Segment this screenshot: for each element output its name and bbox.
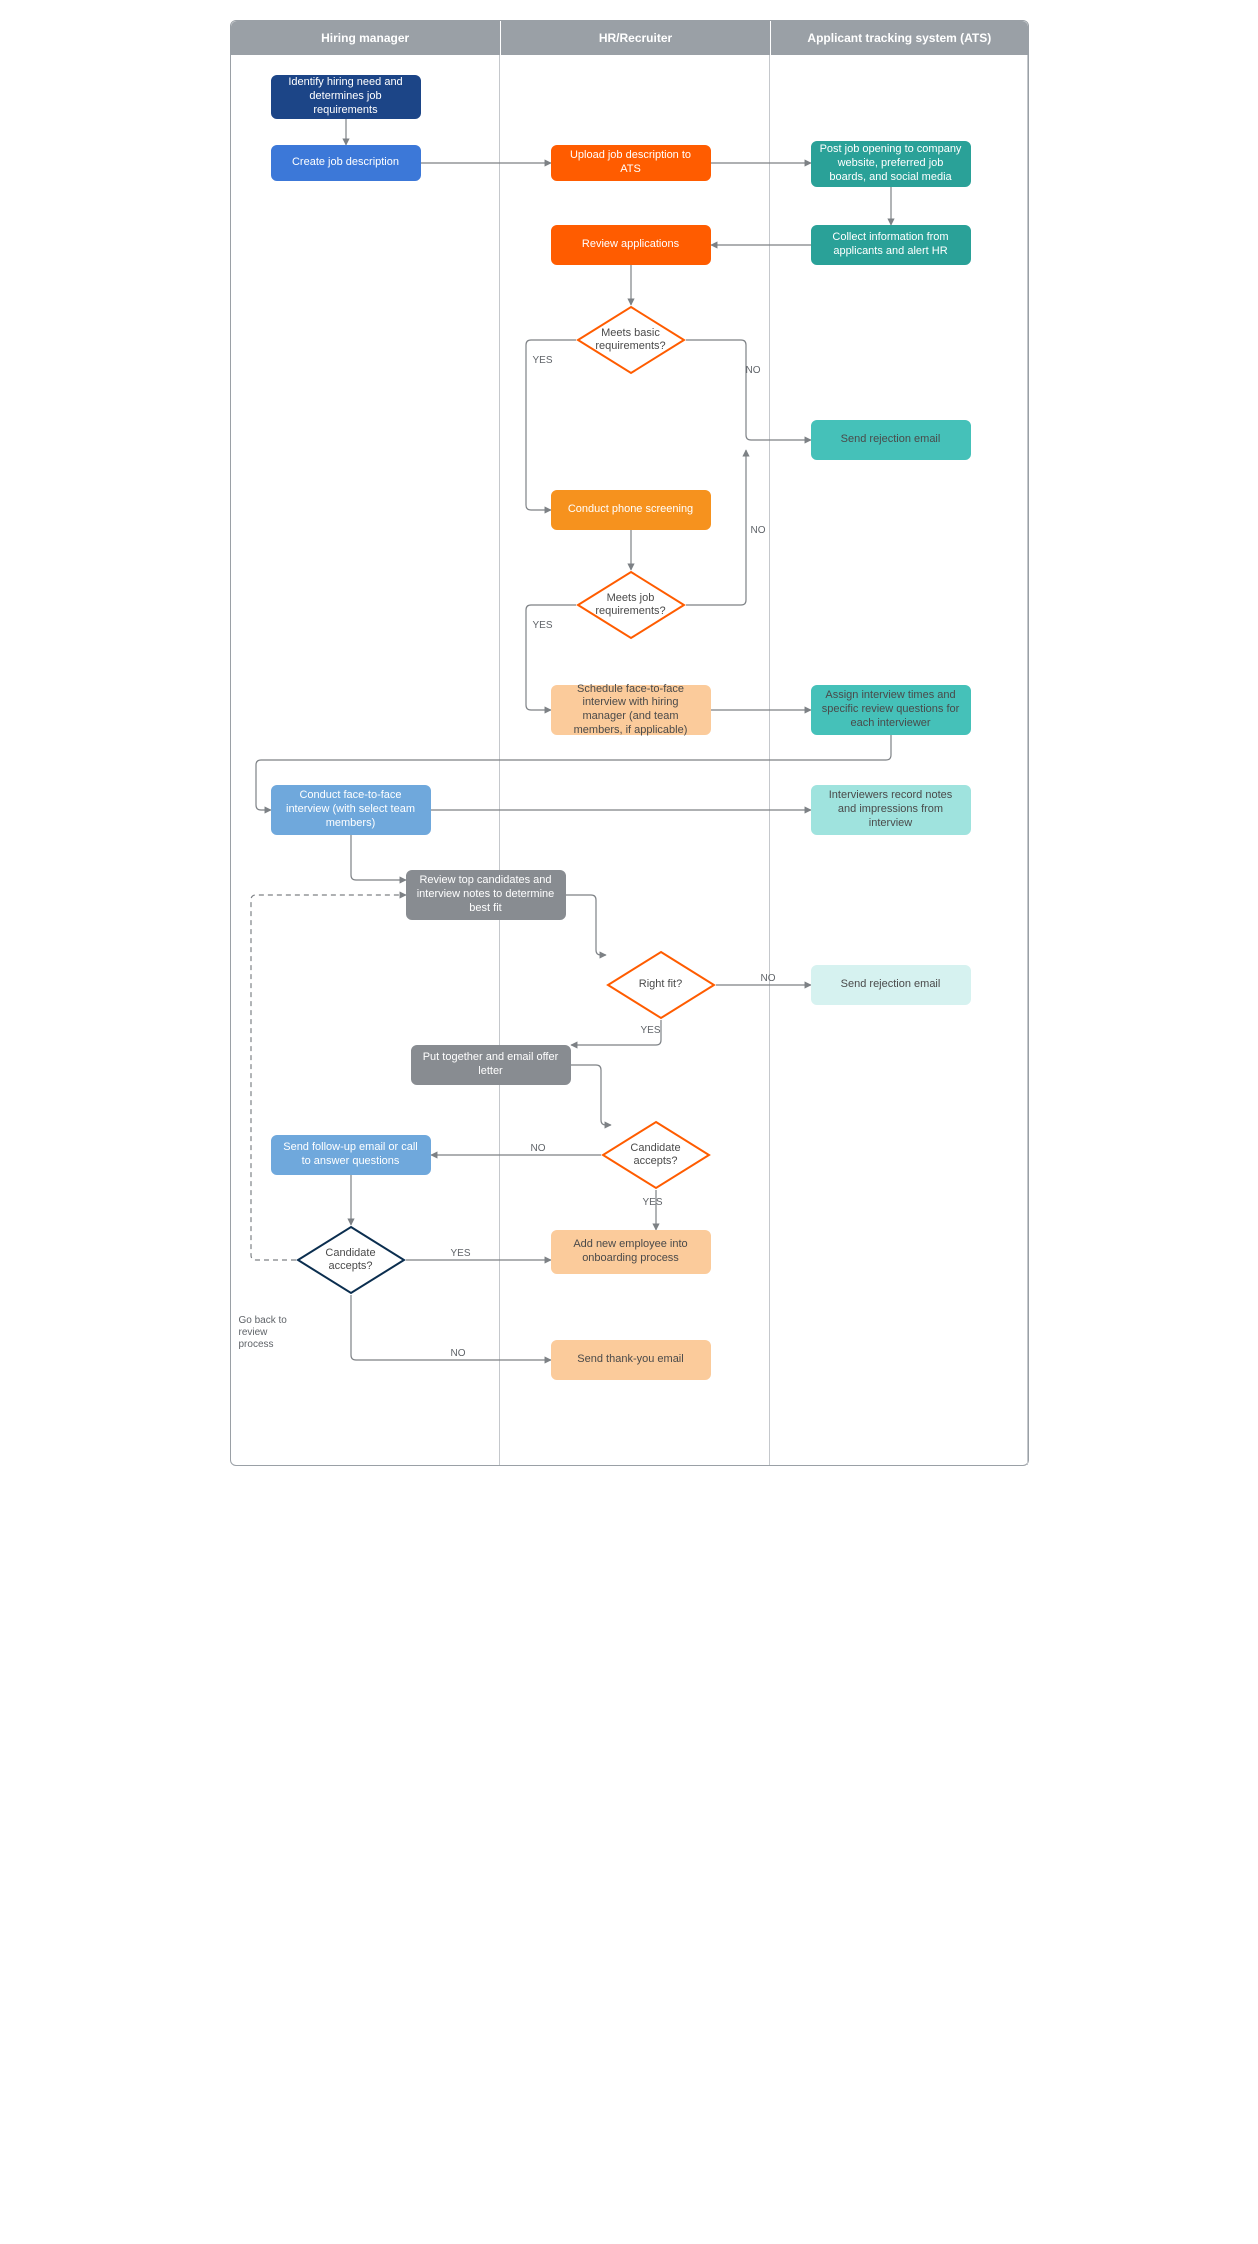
label-goback: Go back to review process bbox=[239, 1315, 299, 1351]
node-upload-ats: Upload job description to ATS bbox=[551, 145, 711, 181]
decision-accept-1-label: Candidate accepts? bbox=[601, 1142, 711, 1168]
node-review-apps: Review applications bbox=[551, 225, 711, 265]
node-review-candidates: Review top candidates and interview note… bbox=[406, 870, 566, 920]
header-ats: Applicant tracking system (ATS) bbox=[771, 21, 1027, 55]
swimlane-diagram: Hiring manager HR/Recruiter Applicant tr… bbox=[230, 20, 1029, 1466]
node-record-notes: Interviewers record notes and impression… bbox=[811, 785, 971, 835]
decision-basic-req-label: Meets basic requirements? bbox=[576, 327, 686, 353]
node-phone-screen: Conduct phone screening bbox=[551, 490, 711, 530]
label-yes-5: YES bbox=[451, 1248, 471, 1259]
node-schedule-interview: Schedule face-to-face interview with hir… bbox=[551, 685, 711, 735]
decision-basic-req: Meets basic requirements? bbox=[576, 305, 686, 375]
header-hiring-manager: Hiring manager bbox=[231, 21, 501, 55]
label-no-2: NO bbox=[751, 525, 766, 536]
node-collect-info: Collect information from applicants and … bbox=[811, 225, 971, 265]
decision-right-fit: Right fit? bbox=[606, 950, 716, 1020]
node-offer-letter: Put together and email offer letter bbox=[411, 1045, 571, 1085]
label-yes-2: YES bbox=[533, 620, 553, 631]
label-no-5: NO bbox=[451, 1348, 466, 1359]
header-hr-recruiter: HR/Recruiter bbox=[501, 21, 771, 55]
label-yes: YES bbox=[533, 355, 553, 366]
node-onboarding: Add new employee into onboarding process bbox=[551, 1230, 711, 1274]
decision-accept-2: Candidate accepts? bbox=[296, 1225, 406, 1295]
label-yes-3: YES bbox=[641, 1025, 661, 1036]
decision-right-fit-label: Right fit? bbox=[627, 978, 694, 991]
node-thank-you: Send thank-you email bbox=[551, 1340, 711, 1380]
label-no-3: NO bbox=[761, 973, 776, 984]
label-no-4: NO bbox=[531, 1143, 546, 1154]
decision-accept-1: Candidate accepts? bbox=[601, 1120, 711, 1190]
decision-accept-2-label: Candidate accepts? bbox=[296, 1247, 406, 1273]
node-assign-interview: Assign interview times and specific revi… bbox=[811, 685, 971, 735]
decision-job-req: Meets job requirements? bbox=[576, 570, 686, 640]
node-rejection-1: Send rejection email bbox=[811, 420, 971, 460]
node-rejection-2: Send rejection email bbox=[811, 965, 971, 1005]
label-yes-4: YES bbox=[643, 1197, 663, 1208]
swimlane-body: Identify hiring need and determines job … bbox=[231, 55, 1028, 1465]
label-no: NO bbox=[746, 365, 761, 376]
node-identify-need: Identify hiring need and determines job … bbox=[271, 75, 421, 119]
node-followup: Send follow-up email or call to answer q… bbox=[271, 1135, 431, 1175]
node-conduct-interview: Conduct face-to-face interview (with sel… bbox=[271, 785, 431, 835]
swimlane-headers: Hiring manager HR/Recruiter Applicant tr… bbox=[231, 21, 1028, 55]
decision-job-req-label: Meets job requirements? bbox=[576, 592, 686, 618]
node-post-job: Post job opening to company website, pre… bbox=[811, 141, 971, 187]
node-create-jd: Create job description bbox=[271, 145, 421, 181]
lane-ats bbox=[770, 55, 1027, 1465]
